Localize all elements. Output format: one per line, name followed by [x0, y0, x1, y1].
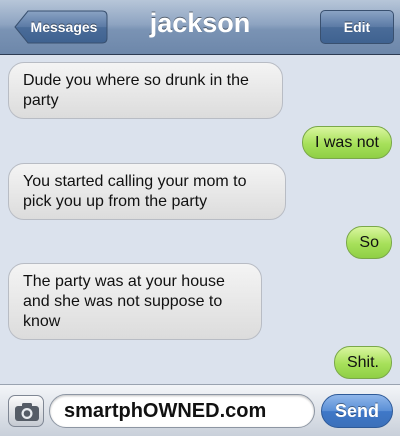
message-line: The party was at your house	[23, 273, 225, 290]
navigation-bar: Messages jackson Edit	[0, 0, 400, 55]
message-line: and she was not suppose to	[23, 293, 223, 310]
edit-button[interactable]: Edit	[320, 10, 394, 44]
message-bubble-received: Dude you where so drunk in the party	[8, 62, 283, 119]
camera-button[interactable]	[8, 395, 44, 427]
message-line: Shit.	[346, 354, 379, 371]
message-line: party	[23, 92, 59, 109]
message-bubble-received: You started calling your mom to pick you…	[8, 163, 286, 220]
message-line: I was not	[314, 134, 379, 151]
message-line: pick you up from the party	[23, 193, 208, 210]
message-bubble-sent: I was not	[301, 126, 392, 159]
message-input[interactable]: smartphOWNED.com	[49, 394, 315, 428]
message-line: Dude you where so drunk in the	[23, 72, 249, 89]
message-bubble-sent: Shit.	[333, 346, 392, 379]
message-line: know	[23, 313, 61, 330]
message-line: You started calling your mom to	[23, 173, 247, 190]
message-bubble-received: The party was at your house and she was …	[8, 263, 262, 340]
message-line: So	[359, 234, 379, 251]
message-bubble-sent: So	[346, 226, 392, 259]
camera-icon	[15, 403, 39, 421]
message-composer: smartphOWNED.com Send	[0, 384, 400, 436]
send-button[interactable]: Send	[321, 394, 393, 428]
message-thread[interactable]: Dude you where so drunk in the party I w…	[0, 55, 400, 384]
